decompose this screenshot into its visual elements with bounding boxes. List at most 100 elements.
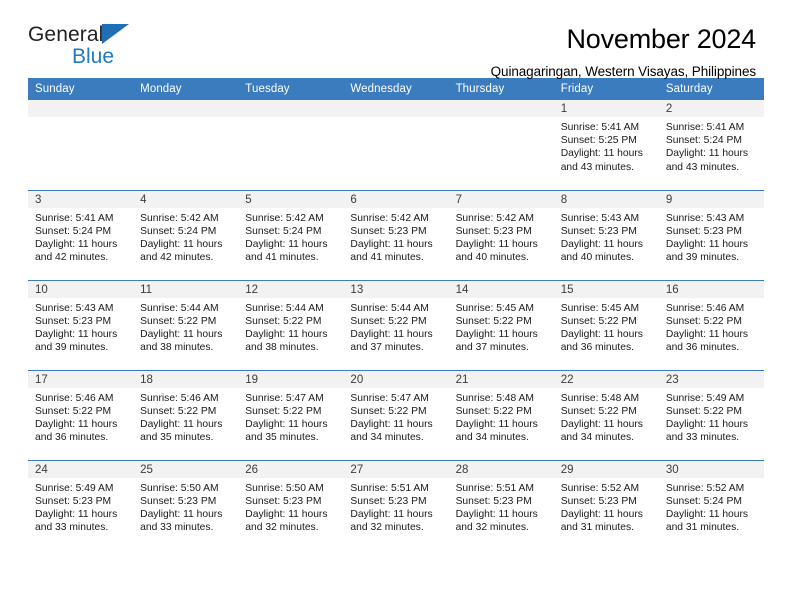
calendar-day-cell[interactable]: 9 Sunrise: 5:43 AM Sunset: 5:23 PM Daylight… bbox=[658, 189, 764, 280]
calendar-day-cell[interactable]: 7 Sunrise: 5:42 AM Sunset: 5:23 PM Daylight… bbox=[448, 189, 554, 280]
daylight-duration-line2: and 37 minutes. bbox=[350, 342, 424, 354]
calendar-day-cell[interactable]: 24 Sunrise: 5:49 AM Sunset: 5:23 PM Dayligh… bbox=[28, 459, 134, 550]
calendar-day-cell[interactable]: 11 Sunrise: 5:44 AM Sunset: 5:22 PM Dayligh… bbox=[133, 279, 239, 370]
daylight-duration-line2: and 33 minutes. bbox=[665, 432, 740, 444]
day-details: Sunrise: 5:43 AM Sunset: 5:23 PM Daylight:… bbox=[554, 208, 659, 265]
day-details: Sunrise: 5:45 AM Sunset: 5:22 PM Daylight:… bbox=[449, 298, 554, 355]
day-details: Sunrise: 5:44 AM Sunset: 5:22 PM Daylight:… bbox=[343, 298, 448, 355]
calendar-day-cell[interactable]: 2 Sunrise: 5:41 AM Sunset: 5:24 PM Daylight… bbox=[658, 100, 764, 190]
sunrise-time: Sunrise: 5:51 AM bbox=[455, 482, 534, 494]
calendar-day-cell[interactable]: 16 Sunrise: 5:46 AM Sunset: 5:22 PM Dayligh… bbox=[658, 279, 764, 370]
sunset-time: Sunset: 5:24 PM bbox=[140, 225, 217, 237]
sunrise-time: Sunrise: 5:50 AM bbox=[140, 482, 219, 494]
sunset-time: Sunset: 5:24 PM bbox=[665, 495, 742, 507]
calendar-day-cell[interactable]: 4 Sunrise: 5:42 AM Sunset: 5:24 PM Daylight… bbox=[133, 189, 239, 280]
sunset-time: Sunset: 5:23 PM bbox=[455, 225, 532, 237]
day-number bbox=[238, 100, 344, 117]
calendar-day-cell[interactable]: 26 Sunrise: 5:50 AM Sunset: 5:23 PM Dayligh… bbox=[238, 459, 344, 550]
daylight-duration-line2: and 39 minutes. bbox=[35, 342, 109, 354]
calendar-week-row: 1 Sunrise: 5:41 AM Sunset: 5:25 PM Daylight… bbox=[28, 100, 764, 190]
day-number: 6 bbox=[343, 190, 449, 208]
sunset-time: Sunset: 5:23 PM bbox=[140, 495, 217, 507]
sunset-time: Sunset: 5:23 PM bbox=[560, 225, 637, 237]
calendar-day-cell[interactable]: 21 Sunrise: 5:48 AM Sunset: 5:22 PM Dayligh… bbox=[448, 369, 554, 460]
daylight-duration-line1: Daylight: 11 hours bbox=[665, 148, 749, 160]
calendar-day-cell-empty bbox=[238, 100, 344, 190]
sunrise-time: Sunrise: 5:49 AM bbox=[35, 482, 114, 494]
calendar-week-row: 3 Sunrise: 5:41 AM Sunset: 5:24 PM Daylight… bbox=[28, 189, 764, 280]
day-details: Sunrise: 5:45 AM Sunset: 5:22 PM Daylight:… bbox=[554, 298, 659, 355]
sunrise-time: Sunrise: 5:44 AM bbox=[350, 302, 429, 314]
day-number: 7 bbox=[448, 190, 554, 208]
calendar-day-cell[interactable]: 25 Sunrise: 5:50 AM Sunset: 5:23 PM Dayligh… bbox=[133, 459, 239, 550]
day-number: 3 bbox=[28, 190, 134, 208]
calendar-day-cell[interactable]: 30 Sunrise: 5:52 AM Sunset: 5:24 PM Dayligh… bbox=[658, 459, 764, 550]
daylight-duration-line1: Daylight: 11 hours bbox=[560, 418, 643, 430]
calendar-day-cell[interactable]: 12 Sunrise: 5:44 AM Sunset: 5:22 PM Dayligh… bbox=[238, 279, 344, 370]
daylight-duration-line1: Daylight: 11 hours bbox=[140, 418, 223, 430]
sunset-time: Sunset: 5:22 PM bbox=[560, 315, 637, 327]
sunset-time: Sunset: 5:22 PM bbox=[665, 405, 742, 417]
daylight-duration-line1: Daylight: 11 hours bbox=[455, 328, 538, 340]
day-details: Sunrise: 5:51 AM Sunset: 5:23 PM Daylight:… bbox=[343, 478, 448, 535]
day-number: 17 bbox=[28, 370, 134, 388]
daylight-duration-line2: and 38 minutes. bbox=[140, 342, 214, 354]
calendar-day-cell[interactable]: 5 Sunrise: 5:42 AM Sunset: 5:24 PM Daylight… bbox=[238, 189, 344, 280]
daylight-duration-line2: and 36 minutes. bbox=[35, 432, 109, 444]
calendar-page: General Blue November 2024 Quinagaringan… bbox=[0, 0, 792, 612]
day-details: Sunrise: 5:52 AM Sunset: 5:24 PM Daylight:… bbox=[659, 478, 764, 535]
calendar-day-cell[interactable]: 23 Sunrise: 5:49 AM Sunset: 5:22 PM Dayligh… bbox=[658, 369, 764, 460]
daylight-duration-line1: Daylight: 11 hours bbox=[140, 238, 223, 250]
daylight-duration-line2: and 36 minutes. bbox=[560, 342, 634, 354]
daylight-duration-line1: Daylight: 11 hours bbox=[245, 238, 328, 250]
day-number: 5 bbox=[238, 190, 344, 208]
calendar-day-cell[interactable]: 17 Sunrise: 5:46 AM Sunset: 5:22 PM Dayligh… bbox=[28, 369, 134, 460]
daylight-duration-line1: Daylight: 11 hours bbox=[140, 328, 223, 340]
calendar-day-cell[interactable]: 10 Sunrise: 5:43 AM Sunset: 5:23 PM Dayligh… bbox=[28, 279, 134, 370]
day-number: 30 bbox=[658, 460, 764, 478]
sunrise-time: Sunrise: 5:41 AM bbox=[560, 122, 640, 133]
day-details: Sunrise: 5:41 AM Sunset: 5:25 PM Daylight:… bbox=[554, 117, 659, 174]
calendar-day-cell[interactable]: 22 Sunrise: 5:48 AM Sunset: 5:22 PM Dayligh… bbox=[553, 369, 659, 460]
sunset-time: Sunset: 5:22 PM bbox=[350, 405, 427, 417]
day-number: 29 bbox=[553, 460, 659, 478]
daylight-duration-line2: and 32 minutes. bbox=[350, 522, 424, 534]
sunrise-time: Sunrise: 5:43 AM bbox=[665, 212, 745, 224]
calendar-day-cell[interactable]: 8 Sunrise: 5:43 AM Sunset: 5:23 PM Daylight… bbox=[553, 189, 659, 280]
sunrise-time: Sunrise: 5:47 AM bbox=[350, 392, 429, 404]
calendar-day-cell[interactable]: 6 Sunrise: 5:42 AM Sunset: 5:23 PM Daylight… bbox=[343, 189, 449, 280]
calendar-day-cell[interactable]: 19 Sunrise: 5:47 AM Sunset: 5:22 PM Dayligh… bbox=[238, 369, 344, 460]
calendar-day-cell[interactable]: 18 Sunrise: 5:46 AM Sunset: 5:22 PM Dayligh… bbox=[133, 369, 239, 460]
daylight-duration-line2: and 43 minutes. bbox=[665, 161, 740, 173]
generalblue-logo[interactable]: General Blue bbox=[28, 24, 208, 76]
day-number: 16 bbox=[658, 280, 764, 298]
daylight-duration-line2: and 43 minutes. bbox=[560, 161, 634, 173]
sunset-time: Sunset: 5:22 PM bbox=[245, 405, 322, 417]
daylight-duration-line1: Daylight: 11 hours bbox=[245, 418, 328, 430]
calendar-day-cell[interactable]: 14 Sunrise: 5:45 AM Sunset: 5:22 PM Dayligh… bbox=[448, 279, 554, 370]
calendar-week-row: 17 Sunrise: 5:46 AM Sunset: 5:22 PM Dayligh… bbox=[28, 369, 764, 460]
calendar-day-cell[interactable]: 1 Sunrise: 5:41 AM Sunset: 5:25 PM Daylight… bbox=[553, 100, 659, 190]
calendar-day-cell[interactable]: 15 Sunrise: 5:45 AM Sunset: 5:22 PM Dayligh… bbox=[553, 279, 659, 370]
daylight-duration-line2: and 40 minutes. bbox=[455, 252, 529, 264]
logo-text-blue: Blue bbox=[72, 45, 115, 68]
day-details: Sunrise: 5:43 AM Sunset: 5:23 PM Daylight:… bbox=[28, 298, 133, 355]
sunset-time: Sunset: 5:25 PM bbox=[560, 135, 637, 147]
logo-text-general: General bbox=[28, 23, 104, 46]
day-number bbox=[28, 100, 134, 117]
daylight-duration-line1: Daylight: 11 hours bbox=[665, 508, 749, 520]
daylight-duration-line1: Daylight: 11 hours bbox=[350, 238, 433, 250]
daylight-duration-line1: Daylight: 11 hours bbox=[35, 238, 118, 250]
calendar-day-cell[interactable]: 28 Sunrise: 5:51 AM Sunset: 5:23 PM Dayligh… bbox=[448, 459, 554, 550]
calendar-day-cell[interactable]: 13 Sunrise: 5:44 AM Sunset: 5:22 PM Dayligh… bbox=[343, 279, 449, 370]
calendar-day-cell[interactable]: 27 Sunrise: 5:51 AM Sunset: 5:23 PM Dayligh… bbox=[343, 459, 449, 550]
calendar-day-cell[interactable]: 29 Sunrise: 5:52 AM Sunset: 5:23 PM Dayligh… bbox=[553, 459, 659, 550]
calendar-day-cell[interactable]: 3 Sunrise: 5:41 AM Sunset: 5:24 PM Daylight… bbox=[28, 189, 134, 280]
calendar-day-cell[interactable]: 20 Sunrise: 5:47 AM Sunset: 5:22 PM Dayligh… bbox=[343, 369, 449, 460]
day-number bbox=[133, 100, 239, 117]
daylight-duration-line1: Daylight: 11 hours bbox=[665, 238, 749, 250]
daylight-duration-line2: and 32 minutes. bbox=[455, 522, 529, 534]
day-number: 20 bbox=[343, 370, 449, 388]
day-details: Sunrise: 5:50 AM Sunset: 5:23 PM Daylight:… bbox=[133, 478, 238, 535]
sunrise-time: Sunrise: 5:41 AM bbox=[665, 122, 745, 133]
